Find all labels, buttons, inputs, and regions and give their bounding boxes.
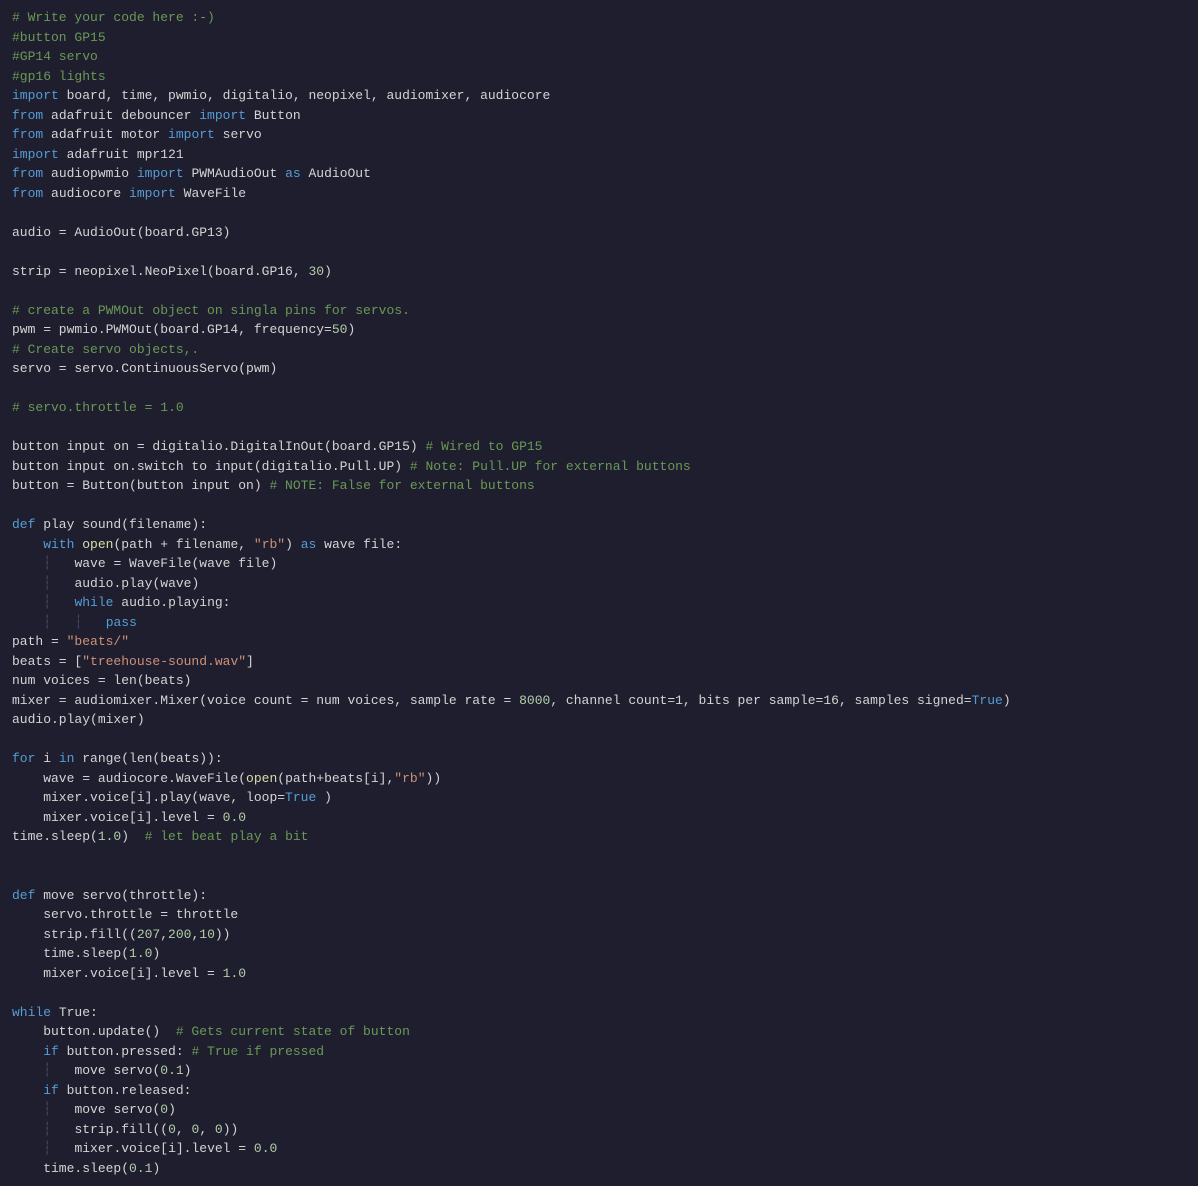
line-56: if button.released: [12, 1081, 1186, 1101]
line-2: #button GP15 [12, 28, 1186, 48]
line-50: mixer.voice[i].level = 1.0 [12, 964, 1186, 984]
line-12: audio = AudioOut(board.GP13) [12, 223, 1186, 243]
line-16: # create a PWMOut object on singla pins … [12, 301, 1186, 321]
line-15 [12, 281, 1186, 301]
line-28: with open(path + filename, "rb") as wave… [12, 535, 1186, 555]
line-33: path = "beats/" [12, 632, 1186, 652]
line-40: wave = audiocore.WaveFile(open(path+beat… [12, 769, 1186, 789]
line-39: for i in range(len(beats)): [12, 749, 1186, 769]
line-17: pwm = pwmio.PWMOut(board.GP14, frequency… [12, 320, 1186, 340]
line-27: def play sound(filename): [12, 515, 1186, 535]
line-8: import adafruit mpr121 [12, 145, 1186, 165]
line-60: time.sleep(0.1) [12, 1159, 1186, 1179]
line-5: import board, time, pwmio, digitalio, ne… [12, 86, 1186, 106]
line-51 [12, 983, 1186, 1003]
line-53: button.update() # Gets current state of … [12, 1022, 1186, 1042]
line-58: ┆ strip.fill((0, 0, 0)) [12, 1120, 1186, 1140]
line-34: beats = ["treehouse-sound.wav"] [12, 652, 1186, 672]
line-32: ┆ ┆ pass [12, 613, 1186, 633]
line-7: from adafruit motor import servo [12, 125, 1186, 145]
line-23: button input on = digitalio.DigitalInOut… [12, 437, 1186, 457]
line-29: ┆ wave = WaveFile(wave file) [12, 554, 1186, 574]
line-26 [12, 496, 1186, 516]
line-22 [12, 418, 1186, 438]
line-43: time.sleep(1.0) # let beat play a bit [12, 827, 1186, 847]
line-37: audio.play(mixer) [12, 710, 1186, 730]
line-57: ┆ move servo(0) [12, 1100, 1186, 1120]
line-14: strip = neopixel.NeoPixel(board.GP16, 30… [12, 262, 1186, 282]
line-35: num voices = len(beats) [12, 671, 1186, 691]
line-19: servo = servo.ContinuousServo(pwm) [12, 359, 1186, 379]
line-49: time.sleep(1.0) [12, 944, 1186, 964]
line-30: ┆ audio.play(wave) [12, 574, 1186, 594]
line-48: strip.fill((207,200,10)) [12, 925, 1186, 945]
line-9: from audiopwmio import PWMAudioOut as Au… [12, 164, 1186, 184]
line-45 [12, 866, 1186, 886]
line-38 [12, 730, 1186, 750]
line-41: mixer.voice[i].play(wave, loop=True ) [12, 788, 1186, 808]
line-25: button = Button(button input on) # NOTE:… [12, 476, 1186, 496]
line-18: # Create servo objects,. [12, 340, 1186, 360]
line-47: servo.throttle = throttle [12, 905, 1186, 925]
line-6: from adafruit debouncer import Button [12, 106, 1186, 126]
line-24: button input on.switch to input(digitali… [12, 457, 1186, 477]
line-31: ┆ while audio.playing: [12, 593, 1186, 613]
line-42: mixer.voice[i].level = 0.0 [12, 808, 1186, 828]
line-36: mixer = audiomixer.Mixer(voice count = n… [12, 691, 1186, 711]
code-editor: # Write your code here :-) #button GP15 … [0, 0, 1198, 1186]
line-55: ┆ move servo(0.1) [12, 1061, 1186, 1081]
line-4: #gp16 lights [12, 67, 1186, 87]
line-13 [12, 242, 1186, 262]
line-52: while True: [12, 1003, 1186, 1023]
line-1: # Write your code here :-) [12, 8, 1186, 28]
line-59: ┆ mixer.voice[i].level = 0.0 [12, 1139, 1186, 1159]
line-10: from audiocore import WaveFile [12, 184, 1186, 204]
line-11 [12, 203, 1186, 223]
line-3: #GP14 servo [12, 47, 1186, 67]
line-44 [12, 847, 1186, 867]
line-46: def move servo(throttle): [12, 886, 1186, 906]
line-21: # servo.throttle = 1.0 [12, 398, 1186, 418]
line-54: if button.pressed: # True if pressed [12, 1042, 1186, 1062]
line-20 [12, 379, 1186, 399]
